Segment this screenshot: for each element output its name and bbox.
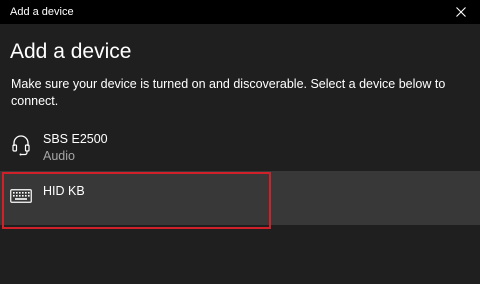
window-title: Add a device [10, 6, 74, 18]
device-item-hid-kb[interactable]: HID KB [0, 171, 480, 225]
close-button[interactable] [450, 2, 472, 22]
keyboard-icon [9, 184, 33, 208]
device-type: Audio [43, 149, 75, 163]
headset-icon [9, 133, 33, 157]
device-name: HID KB [43, 184, 85, 198]
instructions-text: Make sure your device is turned on and d… [11, 77, 446, 108]
page-title: Add a device [10, 40, 132, 63]
device-name: SBS E2500 [43, 132, 108, 146]
close-icon [456, 7, 466, 17]
title-bar: Add a device [0, 0, 480, 24]
device-item-sbs-e2500[interactable]: SBS E2500 Audio [0, 124, 480, 170]
